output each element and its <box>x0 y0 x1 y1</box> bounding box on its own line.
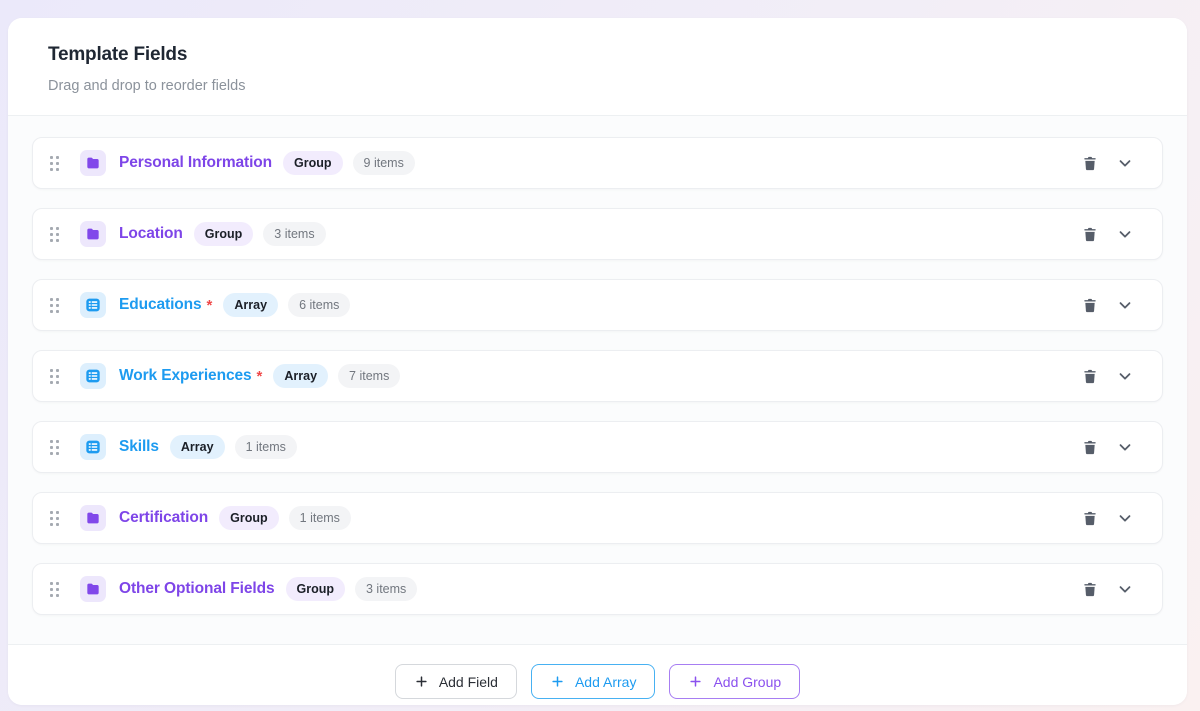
add-field-button[interactable]: Add Field <box>395 664 517 699</box>
item-count-badge: 6 items <box>288 293 350 317</box>
grip-dots-icon[interactable] <box>48 152 61 175</box>
chevron-down-icon[interactable] <box>1112 150 1138 176</box>
field-label: Personal Information <box>119 154 272 172</box>
grip-dots-icon[interactable] <box>48 507 61 530</box>
trash-icon[interactable] <box>1077 363 1103 389</box>
required-marker: * <box>257 368 263 385</box>
field-row[interactable]: Other Optional Fields Group 3 items <box>32 563 1163 615</box>
field-row[interactable]: Educations * Array 6 items <box>32 279 1163 331</box>
grip-dots-icon[interactable] <box>48 223 61 246</box>
chevron-down-icon[interactable] <box>1112 363 1138 389</box>
item-count-badge: 7 items <box>338 364 400 388</box>
chevron-down-icon[interactable] <box>1112 505 1138 531</box>
field-type-badge: Array <box>273 364 328 388</box>
required-marker: * <box>207 297 213 314</box>
grip-dots-icon[interactable] <box>48 578 61 601</box>
panel-header: Template Fields Drag and drop to reorder… <box>8 18 1187 115</box>
table-icon <box>85 368 101 384</box>
field-row[interactable]: Work Experiences * Array 7 items <box>32 350 1163 402</box>
add-group-button[interactable]: Add Group <box>669 664 800 699</box>
field-row[interactable]: Skills Array 1 items <box>32 421 1163 473</box>
field-type-badge: Array <box>223 293 278 317</box>
folder-icon <box>85 510 101 526</box>
item-count-badge: 3 items <box>355 577 417 601</box>
add-group-label: Add Group <box>713 674 781 690</box>
field-type-badge: Array <box>170 435 225 459</box>
add-array-label: Add Array <box>575 674 636 690</box>
field-list: Personal Information Group 9 items <box>8 116 1187 644</box>
field-row[interactable]: Certification Group 1 items <box>32 492 1163 544</box>
item-count-badge: 1 items <box>235 435 297 459</box>
grip-dots-icon[interactable] <box>48 436 61 459</box>
trash-icon[interactable] <box>1077 434 1103 460</box>
field-label: Skills <box>119 438 159 456</box>
trash-icon[interactable] <box>1077 292 1103 318</box>
field-label: Other Optional Fields <box>119 580 275 598</box>
grip-dots-icon[interactable] <box>48 365 61 388</box>
trash-icon[interactable] <box>1077 576 1103 602</box>
table-icon <box>85 439 101 455</box>
trash-icon[interactable] <box>1077 150 1103 176</box>
folder-icon <box>85 155 101 171</box>
add-array-button[interactable]: Add Array <box>531 664 655 699</box>
field-label: Educations <box>119 296 202 314</box>
field-label: Work Experiences <box>119 367 252 385</box>
item-count-badge: 1 items <box>289 506 351 530</box>
chevron-down-icon[interactable] <box>1112 221 1138 247</box>
plus-icon <box>550 674 565 689</box>
trash-icon[interactable] <box>1077 221 1103 247</box>
chevron-down-icon[interactable] <box>1112 434 1138 460</box>
plus-icon <box>688 674 703 689</box>
chevron-down-icon[interactable] <box>1112 576 1138 602</box>
field-type-badge: Group <box>283 151 343 175</box>
field-type-badge: Group <box>194 222 254 246</box>
field-type-badge: Group <box>219 506 279 530</box>
item-count-badge: 3 items <box>263 222 325 246</box>
page-subtitle: Drag and drop to reorder fields <box>48 78 1147 94</box>
field-row[interactable]: Personal Information Group 9 items <box>32 137 1163 189</box>
table-icon <box>85 297 101 313</box>
field-type-badge: Group <box>286 577 346 601</box>
grip-dots-icon[interactable] <box>48 294 61 317</box>
field-label: Location <box>119 225 183 243</box>
add-field-label: Add Field <box>439 674 498 690</box>
item-count-badge: 9 items <box>353 151 415 175</box>
page-title: Template Fields <box>48 44 1147 66</box>
panel-footer: Add Field Add Array Add Group <box>8 644 1187 705</box>
chevron-down-icon[interactable] <box>1112 292 1138 318</box>
trash-icon[interactable] <box>1077 505 1103 531</box>
plus-icon <box>414 674 429 689</box>
folder-icon <box>85 226 101 242</box>
folder-icon <box>85 581 101 597</box>
field-row[interactable]: Location Group 3 items <box>32 208 1163 260</box>
field-label: Certification <box>119 509 208 527</box>
template-fields-panel: Template Fields Drag and drop to reorder… <box>8 18 1187 705</box>
